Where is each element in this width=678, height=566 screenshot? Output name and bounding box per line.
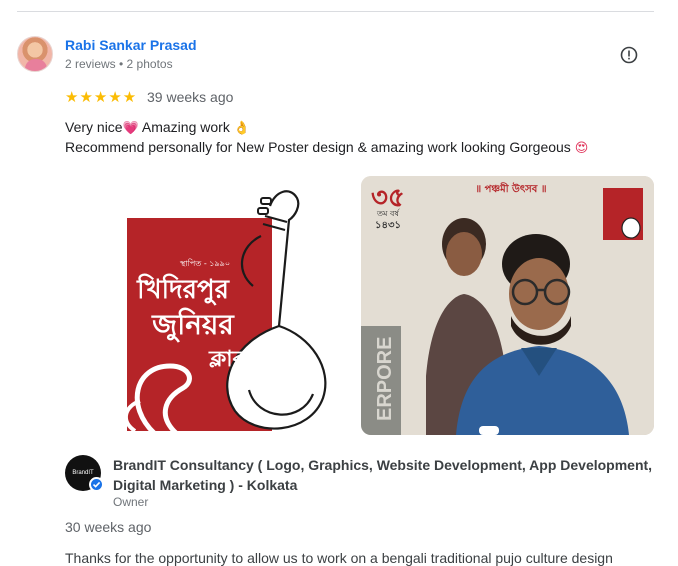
owner-role: Owner <box>113 495 149 509</box>
review-time: 39 weeks ago <box>147 89 234 105</box>
review-text-line1: Very nice💗 Amazing work 👌 <box>65 119 250 135</box>
top-divider <box>17 11 654 12</box>
star-rating: ★★★★★ <box>65 89 138 106</box>
review-photo-poster[interactable]: ERPORE ৩৫ তম বর্ষ ১৪৩১ ॥ পঞ্চমী উৎসব ॥ <box>361 176 654 435</box>
heart-eyes-icon: 😍 <box>574 140 589 155</box>
review-text-line2: Recommend personally for New Poster desi… <box>65 139 589 155</box>
club-logo-image: স্থাপিত - ১৯৯০ খিদিরপুর জুনিয়র ক্লাব <box>124 190 327 435</box>
reviewer-avatar[interactable] <box>17 36 53 72</box>
response-time: 30 weeks ago <box>65 519 152 535</box>
ok-hand-icon: 👌 <box>233 120 250 135</box>
logo-established-text: স্থাপিত - ১৯৯০ <box>179 259 230 268</box>
heart-icon: 💗 <box>122 120 139 135</box>
poster-side-text: ERPORE <box>374 337 396 421</box>
reviewer-name-link[interactable]: Rabi Sankar Prasad <box>65 37 197 53</box>
reviewer-meta: 2 reviews • 2 photos <box>65 57 173 71</box>
poster-banner: ॥ পঞ্চমী উৎসব ॥ <box>475 181 546 195</box>
poster-year: ১৪৩১ <box>375 220 401 231</box>
verified-badge-icon <box>89 477 104 492</box>
poster-image: ERPORE ৩৫ তম বর্ষ ১৪৩১ ॥ পঞ্চমী উৎসব ॥ <box>361 176 654 435</box>
report-flag-icon[interactable] <box>620 46 638 64</box>
poster-year-label: তম বর্ষ <box>376 209 400 218</box>
owner-avatar[interactable]: BrandIT Consultancy <box>65 455 104 512</box>
logo-line3: ক্লাব <box>208 347 246 372</box>
logo-line2: জুনিয়র <box>151 307 235 342</box>
review-photo-logo[interactable]: স্থাপিত - ১৯৯০ খিদিরপুর জুনিয়র ক্লাব <box>65 176 355 435</box>
owner-name: BrandIT Consultancy ( Logo, Graphics, We… <box>113 457 653 493</box>
logo-line1: খিদিরপুর <box>136 273 231 306</box>
